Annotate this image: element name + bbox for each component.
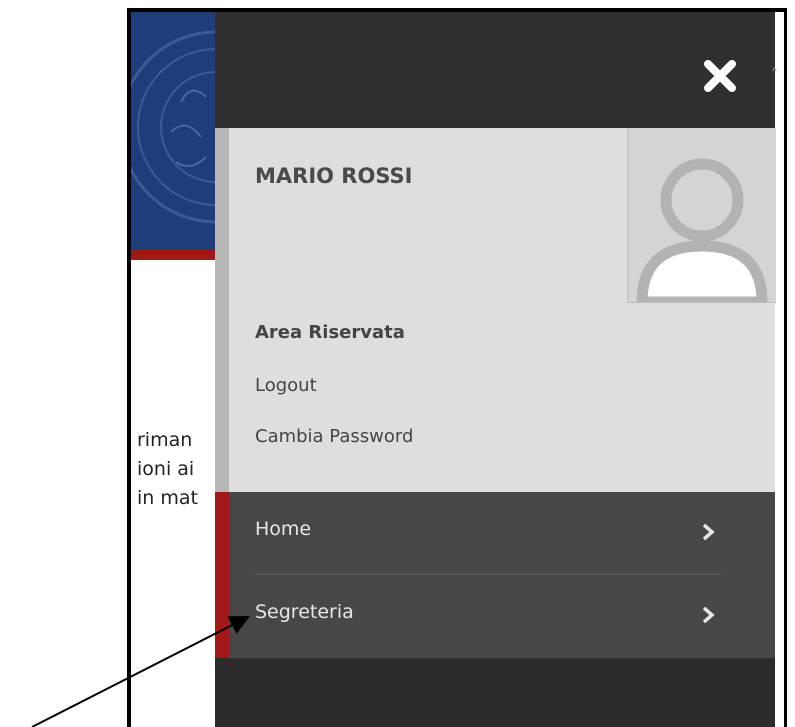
chevron-up-icon[interactable]: ˄ bbox=[771, 67, 783, 83]
drawer-bottom-area bbox=[215, 658, 775, 727]
text-fragment: riman bbox=[137, 429, 193, 451]
user-avatar-icon bbox=[627, 128, 776, 308]
user-side-drawer: ˄ MARIO ROSSI Area Riservata Logout Camb… bbox=[215, 12, 778, 727]
menu-item-home[interactable]: Home bbox=[229, 492, 749, 574]
change-password-link[interactable]: Cambia Password bbox=[255, 426, 413, 447]
menu-item-segreteria[interactable]: Segreteria bbox=[229, 575, 749, 657]
drawer-top-bar: ˄ bbox=[215, 12, 778, 128]
menu-item-label: Segreteria bbox=[255, 601, 354, 623]
page-body-text: riman ioni ai in mat bbox=[137, 426, 217, 513]
user-info-panel: MARIO ROSSI Area Riservata Logout Cambia… bbox=[215, 128, 776, 492]
screenshot-frame: riman ioni ai in mat ˄ MARIO ROSSI Area … bbox=[127, 8, 787, 727]
text-fragment: ioni ai bbox=[137, 458, 195, 480]
chevron-right-icon bbox=[702, 523, 715, 541]
chevron-right-icon bbox=[702, 606, 715, 624]
text-fragment: in mat bbox=[137, 487, 198, 509]
menu-item-label: Home bbox=[255, 518, 312, 540]
reserved-area-heading: Area Riservata bbox=[255, 322, 405, 343]
close-icon[interactable] bbox=[701, 57, 739, 95]
user-name: MARIO ROSSI bbox=[255, 164, 413, 188]
logout-link[interactable]: Logout bbox=[255, 375, 317, 396]
drawer-menu: Home Segreteria bbox=[215, 492, 775, 658]
